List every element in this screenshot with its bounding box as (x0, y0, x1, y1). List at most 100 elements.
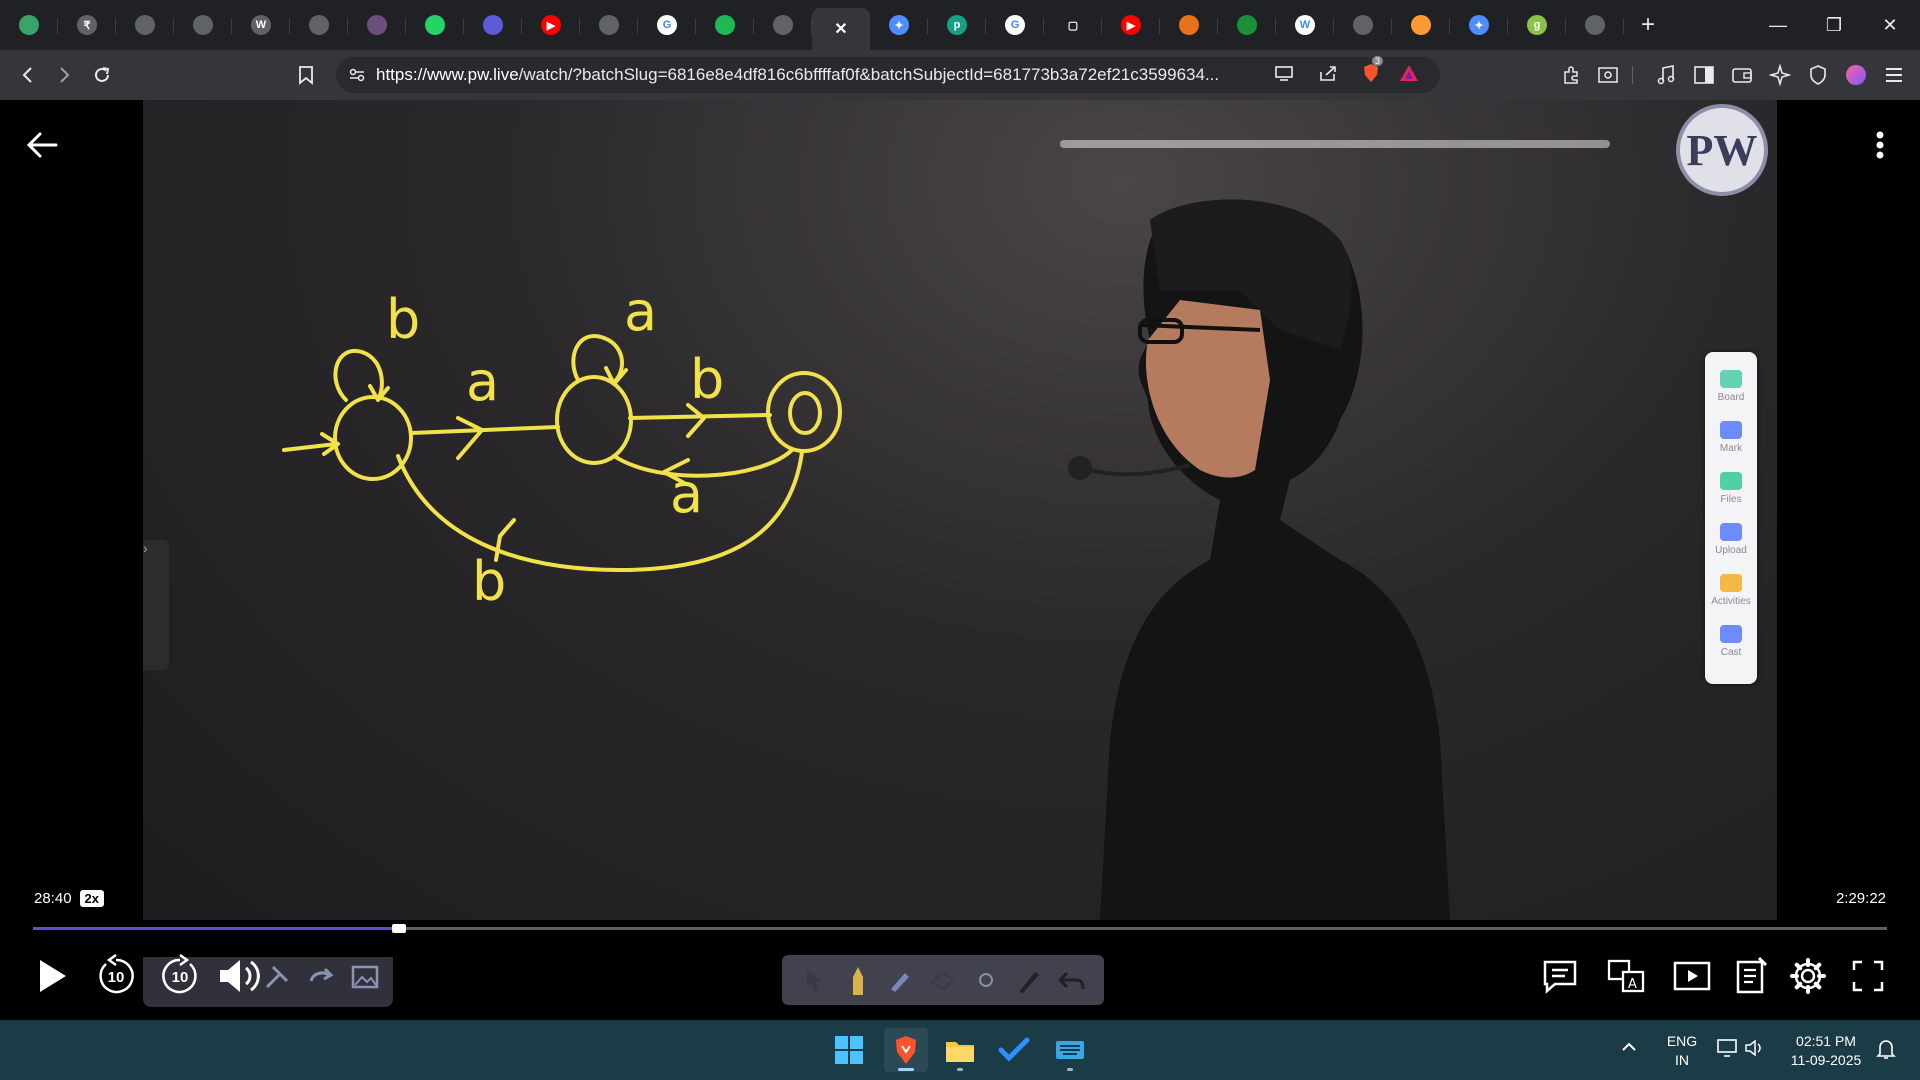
brave-rewards-icon[interactable] (1398, 63, 1420, 88)
browser-tab[interactable] (754, 6, 812, 44)
browser-tab[interactable] (464, 6, 522, 44)
forward-icon[interactable] (46, 57, 82, 93)
panel-item-label: Activities (1711, 596, 1751, 607)
panel-item-files[interactable]: Files (1705, 472, 1757, 523)
leo-ai-icon[interactable] (1762, 57, 1798, 93)
browser-tab[interactable]: ▶ (1102, 6, 1160, 44)
browser-tab[interactable] (1392, 6, 1450, 44)
browser-tab[interactable]: ✦ (870, 6, 928, 44)
browser-tab[interactable] (348, 6, 406, 44)
minimize-icon[interactable]: — (1750, 0, 1806, 50)
chat-icon[interactable] (1540, 956, 1580, 996)
translate-icon[interactable]: A (1604, 956, 1648, 996)
media-icon[interactable] (1648, 57, 1684, 93)
browser-tab[interactable]: ▢ (1044, 6, 1102, 44)
browser-tab[interactable] (174, 6, 232, 44)
file-explorer-icon[interactable] (938, 1028, 982, 1072)
volume-icon[interactable] (214, 952, 264, 1000)
browser-tab[interactable]: p (928, 6, 986, 44)
fullscreen-icon[interactable] (1848, 956, 1888, 996)
network-icon[interactable] (1716, 1038, 1738, 1063)
video-player[interactable]: b a a b a b › PW Board Mark Files Upload Act… (0, 100, 1920, 1020)
browser-tab[interactable] (116, 6, 174, 44)
more-options-icon[interactable] (1870, 125, 1890, 165)
language-indicator[interactable]: ENG IN (1664, 1032, 1700, 1070)
seek-bar-thumb[interactable] (392, 924, 407, 933)
playback-speed-badge[interactable]: 2x (79, 890, 105, 907)
restore-icon[interactable]: ❐ (1806, 0, 1862, 50)
browser-tab[interactable]: ✦ (1450, 6, 1508, 44)
wallet-icon[interactable] (1724, 57, 1760, 93)
seek-bar[interactable] (33, 924, 1887, 933)
browser-tab[interactable] (696, 6, 754, 44)
forward-10-button[interactable]: 10 (158, 952, 202, 1000)
browser-tab[interactable]: ▶ (522, 6, 580, 44)
browser-tab[interactable] (406, 6, 464, 44)
back-arrow-icon[interactable] (22, 125, 62, 165)
rewind-seconds: 10 (107, 969, 125, 986)
lightbulb-icon (1720, 574, 1742, 592)
browser-tab[interactable]: G (638, 6, 696, 44)
label-a-loop2: a (624, 280, 657, 343)
chevron-up-icon[interactable] (1620, 1038, 1638, 1061)
reader-icon[interactable] (1590, 57, 1626, 93)
clock[interactable]: 02:51 PM 11-09-2025 (1780, 1032, 1872, 1070)
extensions-icon[interactable] (1554, 57, 1590, 93)
browser-tab[interactable]: ✕ (812, 8, 870, 50)
panel-item-upload[interactable]: Upload (1705, 523, 1757, 574)
install-app-icon[interactable] (1274, 64, 1294, 87)
whatsapp-style-icon (19, 15, 39, 35)
site-settings-icon[interactable] (348, 66, 366, 84)
url-path: /watch/?batchSlug=6816e8e4df816c6bffffaf… (518, 65, 1220, 84)
play-button[interactable] (30, 954, 74, 998)
url-host: https://www.pw.live (376, 65, 519, 84)
start-menu-icon[interactable] (827, 1028, 871, 1072)
profile-avatar-icon[interactable] (1838, 57, 1874, 93)
browser-tab[interactable] (1334, 6, 1392, 44)
app-icon (1179, 15, 1199, 35)
browser-tab[interactable] (0, 6, 58, 44)
panel-item-mark[interactable]: Mark (1705, 421, 1757, 472)
browser-tab[interactable] (1566, 6, 1624, 44)
new-tab-button[interactable]: + (1624, 6, 1672, 44)
browser-tab[interactable] (1160, 6, 1218, 44)
browser-tab[interactable]: g (1508, 6, 1566, 44)
panel-item-cast[interactable]: Cast (1705, 625, 1757, 676)
bookmark-icon[interactable] (288, 57, 324, 93)
panel-item-board[interactable]: Board (1705, 370, 1757, 421)
brave-shields-icon[interactable]: 3 (1360, 55, 1384, 89)
close-window-icon[interactable]: ✕ (1862, 0, 1918, 50)
todo-app-icon[interactable] (992, 1028, 1036, 1072)
sidebar-toggle-icon[interactable] (1686, 57, 1722, 93)
globe-icon (309, 15, 329, 35)
coin-icon: ₹ (77, 15, 97, 35)
share-icon[interactable] (1318, 64, 1338, 87)
browser-tab[interactable] (290, 6, 348, 44)
vpn-shield-icon[interactable] (1800, 57, 1836, 93)
laser-tool-icon (971, 965, 1001, 995)
brave-browser-taskbar-icon[interactable] (884, 1028, 928, 1072)
notification-bell-icon[interactable] (1876, 1038, 1896, 1065)
back-icon[interactable] (10, 57, 46, 93)
address-bar[interactable]: https://www.pw.live/watch/?batchSlug=681… (336, 55, 1440, 93)
reload-icon[interactable] (84, 57, 120, 93)
browser-tab[interactable] (580, 6, 638, 44)
browser-tab[interactable]: W (1276, 6, 1334, 44)
side-drawer-handle[interactable]: › (143, 540, 169, 670)
notes-icon[interactable] (1732, 954, 1772, 998)
picture-in-picture-icon[interactable] (1670, 956, 1714, 996)
menu-icon[interactable] (1876, 57, 1912, 93)
url-text[interactable]: https://www.pw.live/watch/?batchSlug=681… (376, 65, 1276, 85)
speaker-icon[interactable] (1744, 1038, 1766, 1063)
browser-tab[interactable]: W (232, 6, 290, 44)
browser-tab[interactable]: G (986, 6, 1044, 44)
gemini-icon: ✦ (1469, 15, 1489, 35)
globe-icon (599, 15, 619, 35)
panel-item-activities[interactable]: Activities (1705, 574, 1757, 625)
keyboard-app-icon[interactable] (1048, 1028, 1092, 1072)
browser-tab[interactable]: ₹ (58, 6, 116, 44)
rewind-10-button[interactable]: 10 (94, 952, 138, 1000)
settings-gear-icon[interactable] (1786, 954, 1830, 998)
browser-tab[interactable] (1218, 6, 1276, 44)
close-tab-icon[interactable]: ✕ (831, 19, 851, 39)
